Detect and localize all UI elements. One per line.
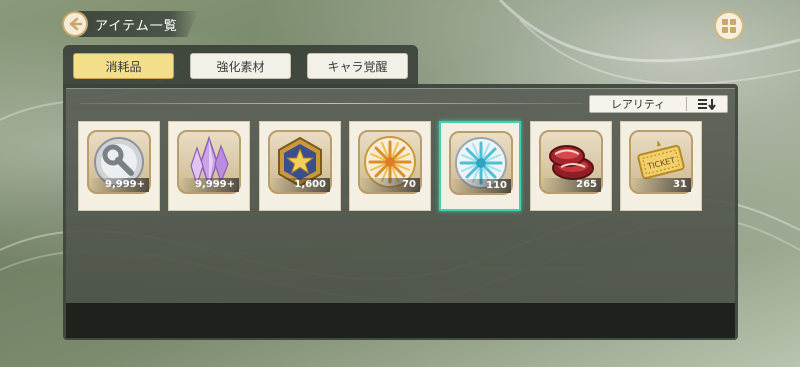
item-quantity: 1,600	[270, 178, 330, 192]
page-title: アイテム一覧	[95, 19, 178, 34]
item-slot-wrench[interactable]: 9,999+	[78, 121, 160, 211]
sort-label: レアリティ	[610, 98, 666, 111]
back-button[interactable]	[62, 11, 88, 37]
item-slot-gold-emblem[interactable]: 70	[349, 121, 431, 211]
tab-enhancement-materials[interactable]: 強化素材	[190, 53, 291, 79]
divider	[80, 103, 582, 104]
item-quantity: 31	[631, 178, 691, 192]
sort-order-toggle[interactable]	[687, 98, 727, 110]
grid-menu-icon	[722, 19, 736, 33]
item-slot-star-medal[interactable]: 1,600	[259, 121, 341, 211]
item-quantity: 110	[451, 179, 511, 193]
item-slot-silver-emblem[interactable]: 110	[439, 121, 521, 211]
menu-button[interactable]	[714, 11, 744, 41]
tab-consumables[interactable]: 消耗品	[73, 53, 174, 79]
tab-character-awakening[interactable]: キャラ覚醒	[307, 53, 408, 79]
sort-button[interactable]: レアリティ	[589, 95, 728, 113]
sort-descending-icon	[698, 99, 716, 110]
item-quantity: 265	[541, 178, 601, 192]
item-quantity: 70	[360, 178, 420, 192]
item-slot-meat[interactable]: 265	[530, 121, 612, 211]
item-quantity: 9,999+	[179, 178, 239, 192]
item-quantity: 9,999+	[89, 178, 149, 192]
item-detail-bar	[66, 303, 735, 338]
back-arrow-icon	[69, 17, 83, 31]
item-slot-crystal[interactable]: 9,999+	[168, 121, 250, 211]
item-slot-ticket[interactable]: TICKET 31	[620, 121, 702, 211]
